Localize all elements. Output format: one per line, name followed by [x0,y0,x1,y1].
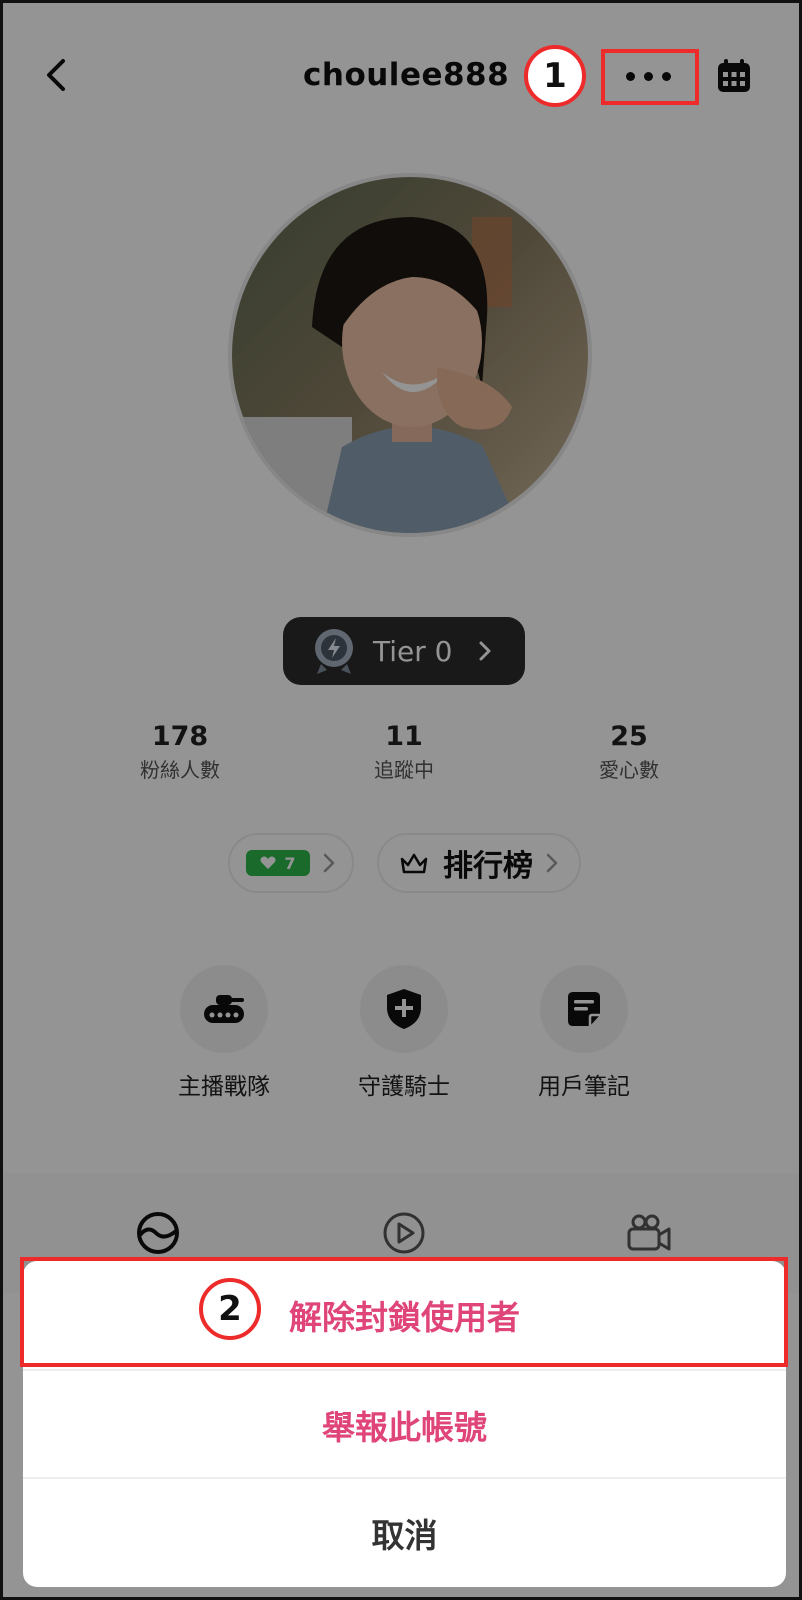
highlight-more-options [601,49,699,105]
phone-frame: choulee888 Tier 0 178 粉絲人數 11 追蹤中 25 愛心數… [0,0,802,1600]
step-1-badge: 1 [524,45,586,107]
highlight-unblock [20,1257,788,1367]
report-account-button[interactable]: 舉報此帳號 [23,1371,786,1479]
step-2-badge: 2 [199,1278,261,1340]
cancel-button[interactable]: 取消 [23,1479,786,1587]
